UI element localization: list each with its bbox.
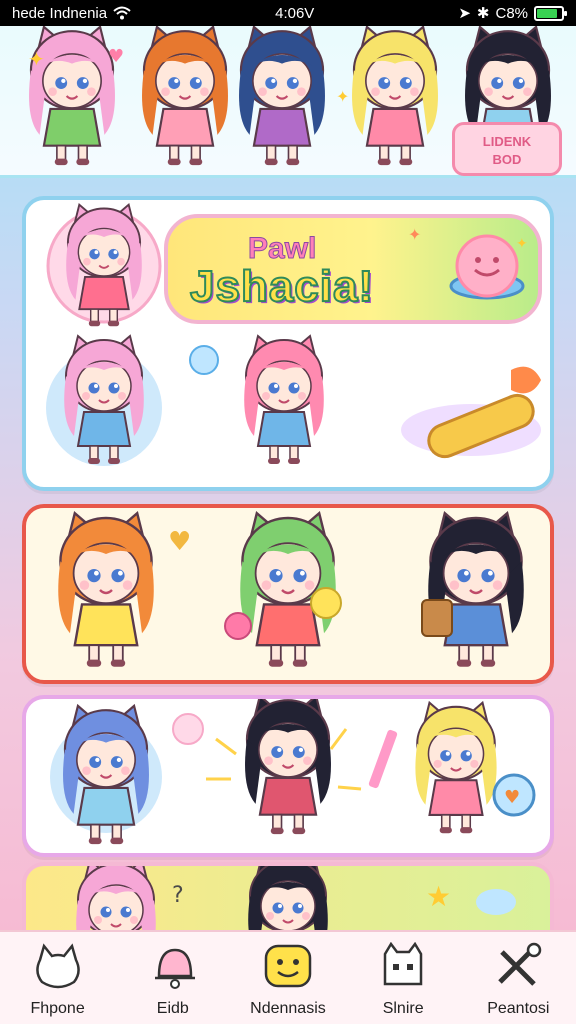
svg-text:✦: ✦ [516, 236, 528, 252]
battery-text: C8% [495, 4, 528, 22]
header-character-strip: ✦ ♥ ✦ LIDENK BOD [0, 26, 576, 178]
bell-icon [154, 948, 195, 989]
bottom-nav: Fhpone Eidb Ndennasis Slnire Peantosi [0, 930, 576, 1024]
nav-item-peantosi[interactable]: Peantosi [463, 932, 573, 1024]
apple-icon [224, 612, 252, 640]
nav-item-fhpone[interactable]: Fhpone [3, 932, 113, 1024]
speech-bubble-icon [172, 713, 204, 745]
badge-line-2: BOD [492, 152, 522, 167]
nav-item-ndennasis[interactable]: Ndennasis [233, 932, 343, 1024]
sparkle-icon: ✦ [336, 87, 349, 106]
chibi-character [244, 334, 324, 464]
tools-icon [498, 942, 542, 986]
status-bar: hede Indnenia 4:06V ➤ ✱ C8% [0, 0, 576, 26]
chibi-character [352, 26, 438, 166]
sticker-card-1[interactable]: Pawl Jshacia! ✦ ✦ [22, 196, 554, 491]
cat-head-icon [35, 943, 80, 989]
card3-characters: ♥ [50, 699, 536, 845]
chibi-character [58, 511, 154, 667]
chibi-character [245, 699, 331, 835]
nav-label: Ndennasis [250, 1000, 326, 1017]
star-icon: ★ [426, 880, 451, 913]
sticker-card-2[interactable]: ♥ [22, 504, 554, 684]
question-bubble-icon: ? [172, 883, 184, 908]
speech-bubble-icon [189, 345, 219, 375]
heart-icon: ♥ [108, 46, 124, 67]
header-badge-button[interactable]: LIDENK BOD [452, 122, 562, 176]
chibi-character [142, 26, 228, 166]
crayon-icon [401, 366, 541, 459]
heart-bubble-icon: ♥ [492, 773, 536, 817]
nav-item-slnire[interactable]: Slnire [348, 932, 458, 1024]
card1-characters: ✦ ✦ [46, 202, 541, 466]
svg-text:✦: ✦ [408, 225, 421, 244]
smiley-icon [264, 944, 312, 988]
bluetooth-icon: ✱ [476, 5, 490, 22]
heart-icon: ♥ [168, 527, 191, 557]
basket-icon [421, 599, 453, 637]
sticker-card-3[interactable]: ♥ [22, 695, 554, 857]
wifi-icon [113, 6, 131, 20]
nav-label: Peantosi [487, 1000, 550, 1017]
clock-text: 4:06V [275, 4, 315, 22]
card2-characters: ♥ [58, 511, 524, 667]
location-icon: ➤ [458, 5, 471, 22]
lemon-icon [310, 587, 342, 619]
chibi-character [428, 511, 524, 667]
chibi-character [239, 26, 325, 166]
nav-item-eidb[interactable]: Eidb [118, 932, 228, 1024]
chibi-character [415, 700, 497, 834]
badge-line-1: LIDENK [482, 134, 532, 149]
carrier-text: hede Indnenia [12, 4, 108, 22]
nav-label: Slnire [382, 1000, 424, 1017]
cloud-icon [476, 889, 516, 915]
svg-text:♥: ♥ [504, 787, 520, 808]
battery-icon [534, 5, 567, 21]
cat-face-icon [383, 942, 423, 986]
pencil-icon [368, 729, 398, 789]
sparkle-icon: ✦ [28, 47, 45, 71]
nav-label: Fhpone [30, 1000, 85, 1017]
nav-label: Eidb [156, 1000, 189, 1017]
